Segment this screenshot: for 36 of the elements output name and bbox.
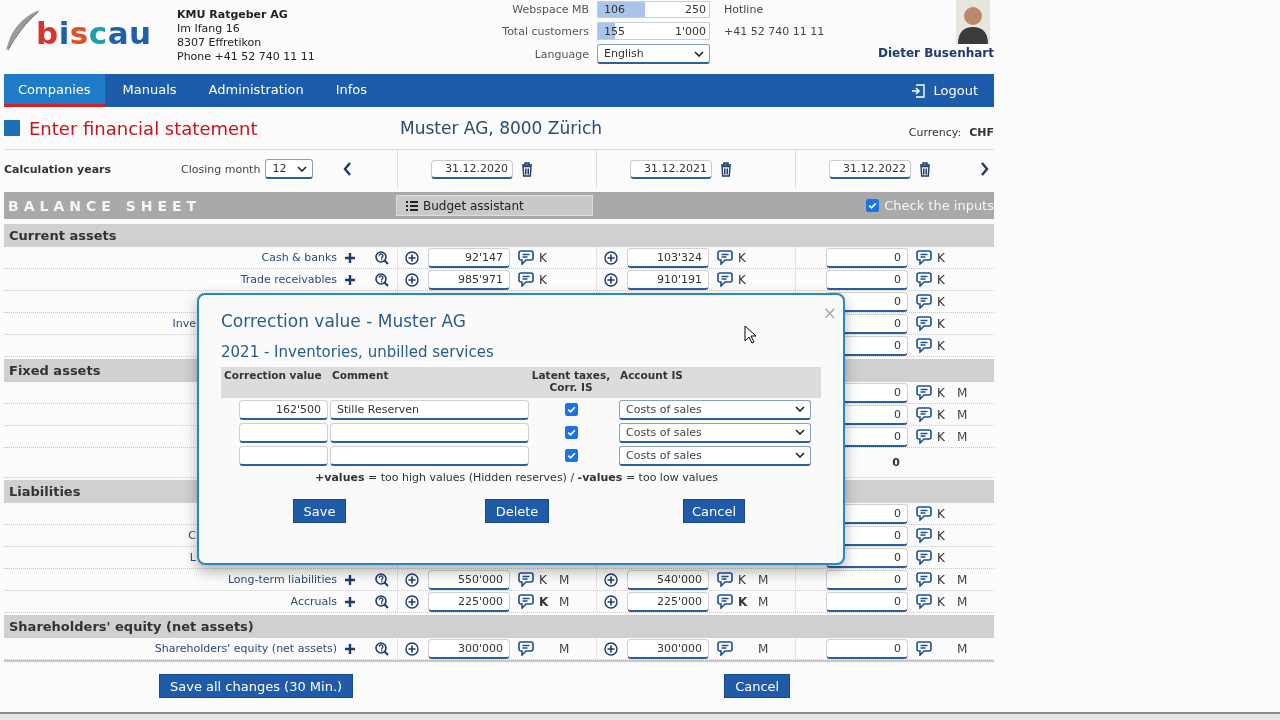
row-label: Cash & banks [261,251,337,264]
check-inputs-label: Check the inputs [884,198,994,213]
user-name: Dieter Busenhart [878,46,994,60]
column-header: Comment [331,369,390,383]
company-address-line: Phone +41 52 740 11 11 [177,50,316,64]
row-label: Trade receivables [240,273,337,286]
logo: biscau [36,14,152,52]
company-address-line: Im Ifang 16 [177,22,241,36]
language-label: Language [533,47,589,61]
hotline-phone: +41 52 740 11 11 [724,24,825,38]
row-label: Shareholders' equity (net assets) [154,642,337,655]
column-header: Correction value [223,369,323,383]
row-label: Long-term liabilities [227,573,337,586]
section-header: Current assets [4,224,994,247]
section-header: Shareholders' equity (net assets) [4,615,994,638]
currency-value: CHF [969,126,994,139]
row-label: L [189,551,196,564]
dialog-title: Correction value - Muster AG [221,310,468,333]
row-label: Inve [172,317,196,330]
hotline-label: Hotline [724,3,765,16]
calculation-years-label: Calculation years [4,162,113,176]
currency-label: Currency: [908,126,962,139]
meter-label: Total customers [501,24,589,38]
row-label: Accruals [290,595,337,608]
company-address-line: 8307 Effretikon [177,36,263,50]
meter-label: Webspace MB [511,3,589,16]
usage-meter: 106 250 [597,1,710,18]
balance-sheet-title: BALANCE SHEET [7,197,203,214]
row-label: C [188,529,196,542]
closing-month-label: Closing month [181,162,261,176]
column-header: Account IS [619,369,684,383]
total-value: 0 [891,456,901,469]
company-name: KMU Ratgeber AG [177,8,289,22]
usage-meter: 155 1'000 [597,22,710,40]
page-title: Enter financial statement [29,117,258,139]
company-heading: Muster AG, 8000 Zürich [400,118,604,138]
